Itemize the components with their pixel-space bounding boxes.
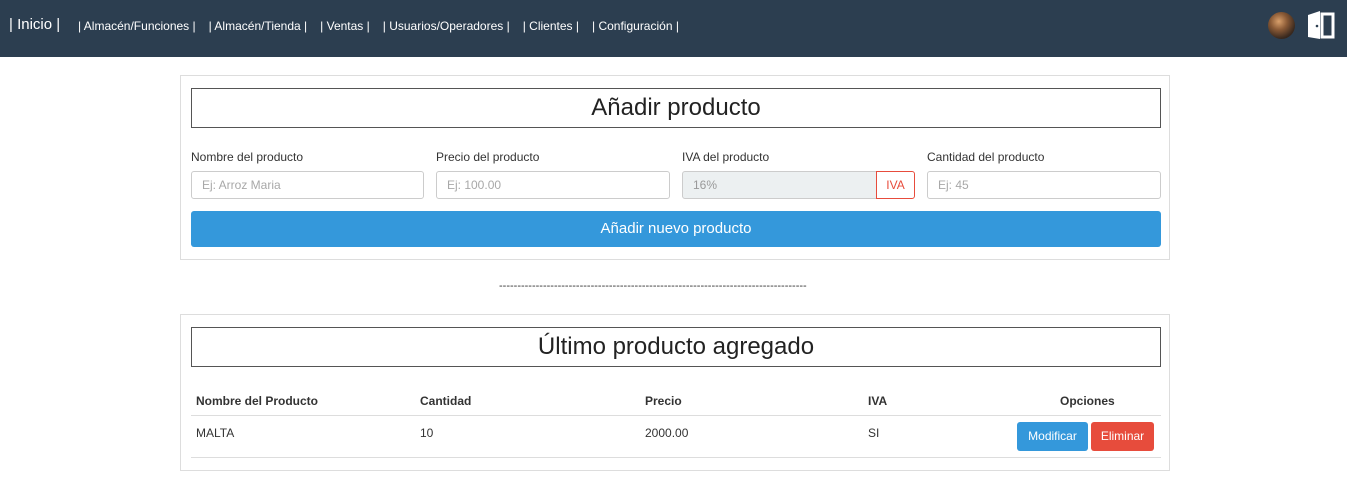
logout-door-icon[interactable] xyxy=(1306,11,1336,39)
nav-link-almacen-tienda[interactable]: | Almacén/Tienda | xyxy=(209,19,308,33)
nav-links: | Almacén/Funciones | | Almacén/Tienda |… xyxy=(78,19,692,33)
navbar: | Inicio | | Almacén/Funciones | | Almac… xyxy=(0,0,1347,57)
table-row-divider xyxy=(191,457,1161,458)
add-product-panel: Añadir producto Nombre del producto Prec… xyxy=(180,75,1170,260)
row-qty: 10 xyxy=(420,426,434,440)
product-name-label: Nombre del producto xyxy=(191,150,304,164)
header-precio: Precio xyxy=(645,394,682,408)
product-iva-input[interactable] xyxy=(682,171,877,199)
delete-button[interactable]: Eliminar xyxy=(1091,422,1154,451)
table-header-divider xyxy=(191,415,1161,416)
product-iva-label: IVA del producto xyxy=(682,150,770,164)
nav-link-ventas[interactable]: | Ventas | xyxy=(320,19,370,33)
nav-link-clientes[interactable]: | Clientes | xyxy=(523,19,579,33)
header-cantidad: Cantidad xyxy=(420,394,472,408)
last-product-title: Último producto agregado xyxy=(191,327,1161,367)
section-divider: ----------------------------------------… xyxy=(499,280,807,292)
row-price: 2000.00 xyxy=(645,426,689,440)
row-iva: SI xyxy=(868,426,880,440)
header-nombre: Nombre del Producto xyxy=(196,394,319,408)
product-price-input[interactable] xyxy=(436,171,670,199)
add-product-button[interactable]: Añadir nuevo producto xyxy=(191,211,1161,247)
last-product-panel: Último producto agregado Nombre del Prod… xyxy=(180,314,1170,471)
nav-link-configuracion[interactable]: | Configuración | xyxy=(592,19,679,33)
nav-link-usuarios-operadores[interactable]: | Usuarios/Operadores | xyxy=(383,19,510,33)
nav-brand-inicio[interactable]: | Inicio | xyxy=(9,16,60,33)
header-iva: IVA xyxy=(868,394,888,408)
iva-addon-button[interactable]: IVA xyxy=(876,171,915,199)
product-qty-label: Cantidad del producto xyxy=(927,150,1045,164)
header-opciones: Opciones xyxy=(1060,394,1115,408)
product-price-label: Precio del producto xyxy=(436,150,540,164)
add-product-title: Añadir producto xyxy=(191,88,1161,128)
product-qty-input[interactable] xyxy=(927,171,1161,199)
nav-link-almacen-funciones[interactable]: | Almacén/Funciones | xyxy=(78,19,196,33)
user-avatar[interactable] xyxy=(1268,12,1295,39)
product-name-input[interactable] xyxy=(191,171,424,199)
modify-button[interactable]: Modificar xyxy=(1017,422,1088,451)
row-name: MALTA xyxy=(196,426,235,440)
